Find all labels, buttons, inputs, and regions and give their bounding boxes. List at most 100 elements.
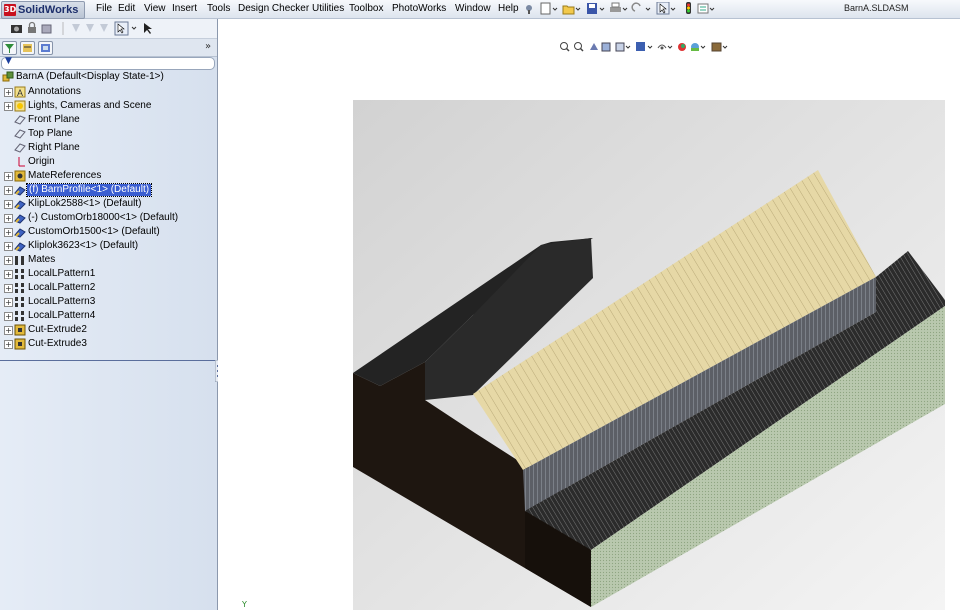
menu-photoworks[interactable]: PhotoWorks	[392, 3, 446, 14]
expand-icon[interactable]: +	[4, 171, 13, 181]
tree-item-front-plane[interactable]: Front Plane	[0, 113, 217, 127]
edit-appearance-icon[interactable]	[678, 43, 686, 51]
lock-icon[interactable]	[28, 21, 36, 34]
menu-toolbox[interactable]: Toolbox	[349, 3, 383, 14]
expand-icon[interactable]: +	[4, 325, 13, 335]
tree-item-label: (-) CustomOrb18000<1> (Default)	[28, 211, 179, 223]
part-icon	[14, 241, 26, 252]
menu-insert[interactable]: Insert	[172, 3, 197, 14]
open-folder-icon[interactable]	[562, 5, 581, 15]
select-icon[interactable]	[656, 2, 676, 15]
menu-tools[interactable]: Tools	[207, 3, 230, 14]
plane-icon	[14, 128, 26, 139]
view-orientation-icon[interactable]	[615, 42, 631, 52]
expand-panel-icon[interactable]: »	[205, 41, 211, 52]
property-manager-tab-icon[interactable]	[20, 41, 35, 55]
component-icon[interactable]	[41, 24, 52, 34]
menu-file[interactable]: File	[96, 3, 112, 14]
tree-item-lights-cameras-and-scene[interactable]: + Lights, Cameras and Scene	[0, 99, 217, 113]
expand-icon[interactable]: +	[4, 101, 13, 111]
hide-show-icon[interactable]	[657, 44, 673, 50]
tree-item-kliplok3623-1-default[interactable]: + Kliplok3623<1> (Default)	[0, 239, 217, 253]
tree-item-kliplok2588-1-default[interactable]: + KlipLok2588<1> (Default)	[0, 197, 217, 211]
save-icon[interactable]	[587, 3, 605, 14]
feature-manager-tab-icon[interactable]	[2, 41, 17, 55]
menu-edit[interactable]: Edit	[118, 3, 135, 14]
new-document-icon[interactable]	[540, 2, 558, 15]
tree-item-label: LocalLPattern3	[28, 295, 96, 307]
tree-item-cut-extrude2[interactable]: + Cut-Extrude2	[0, 323, 217, 337]
pin-icon[interactable]	[526, 5, 532, 14]
menu-utilities[interactable]: Utilities	[312, 3, 344, 14]
menu-design-checker[interactable]: Design Checker	[238, 3, 309, 14]
expand-icon[interactable]: +	[4, 311, 13, 321]
part-icon	[14, 185, 26, 196]
tree-item-label: LocalLPattern2	[28, 281, 96, 293]
view-heads-up-toolbar	[560, 42, 728, 52]
tree-filter[interactable]: ▼	[1, 56, 215, 70]
pattern-icon	[15, 310, 24, 321]
options-icon[interactable]	[697, 3, 715, 14]
configuration-manager-tab-icon[interactable]	[38, 41, 53, 55]
feature-manager-panel: » ▼ BarnA (Default<Display State-1>) + A A…	[0, 19, 221, 610]
tree-item-locallpattern1[interactable]: + LocalLPattern1	[0, 267, 217, 281]
undo-icon[interactable]	[631, 2, 651, 12]
tree-item-locallpattern4[interactable]: + LocalLPattern4	[0, 309, 217, 323]
expand-icon[interactable]: +	[4, 213, 13, 223]
expand-icon[interactable]: +	[4, 269, 13, 279]
tree-item-label: Kliplok3623<1> (Default)	[28, 239, 139, 251]
expand-icon[interactable]: +	[4, 227, 13, 237]
expand-icon[interactable]: +	[4, 339, 13, 349]
left-toolbar-icons	[11, 21, 152, 36]
rebuild-icon[interactable]	[686, 2, 691, 14]
display-style-icon[interactable]	[636, 42, 653, 51]
tree-item-customorb18000-1-default[interactable]: + (-) CustomOrb18000<1> (Default)	[0, 211, 217, 225]
tree-item-customorb1500-1-default[interactable]: + CustomOrb1500<1> (Default)	[0, 225, 217, 239]
graphics-area[interactable]: Y	[218, 38, 960, 610]
expand-icon[interactable]: +	[4, 199, 13, 209]
plane-icon	[14, 114, 26, 125]
expand-icon[interactable]: +	[4, 297, 13, 307]
tree-item-label: Cut-Extrude2	[28, 323, 87, 335]
camera-icon[interactable]	[11, 25, 22, 33]
expand-icon[interactable]: +	[4, 87, 13, 97]
tree-item-label: (f) BarnProfile<1> (Default)	[25, 182, 153, 197]
tree-item-cut-extrude3[interactable]: + Cut-Extrude3	[0, 337, 217, 351]
tree-item-locallpattern2[interactable]: + LocalLPattern2	[0, 281, 217, 295]
cut-extrude-icon	[14, 338, 26, 349]
apply-scene-icon[interactable]	[691, 43, 706, 51]
zoom-to-area-icon[interactable]	[574, 42, 584, 52]
annotations-icon: A	[14, 86, 26, 98]
filter-icon: ▼	[5, 56, 12, 66]
quick-access-toolbar	[526, 2, 715, 15]
view-settings-icon[interactable]	[711, 42, 728, 52]
tree-item-annotations[interactable]: + A Annotations	[0, 85, 217, 99]
tree-item-label: LocalLPattern1	[28, 267, 96, 279]
menu-view[interactable]: View	[144, 3, 166, 14]
zoom-to-fit-icon[interactable]	[560, 42, 570, 52]
expand-icon[interactable]: +	[4, 241, 13, 251]
left-toolbar	[0, 19, 217, 39]
tree-item-label: Cut-Extrude3	[28, 337, 87, 349]
tree-item-locallpattern3[interactable]: + LocalLPattern3	[0, 295, 217, 309]
tree-item-f-barnprofile-1-default[interactable]: + (f) BarnProfile<1> (Default)	[0, 182, 217, 197]
solidworks-logo[interactable]: 3D SolidWorks	[1, 1, 85, 19]
select-arrow-icon[interactable]	[114, 21, 129, 36]
print-icon[interactable]	[610, 2, 628, 12]
menu-window[interactable]: Window	[455, 3, 491, 14]
tree-item-matereferences[interactable]: + MateReferences	[0, 169, 217, 183]
tree-item-label: Lights, Cameras and Scene	[28, 99, 152, 111]
tree-item-right-plane[interactable]: Right Plane	[0, 141, 217, 155]
expand-icon[interactable]: +	[4, 185, 13, 195]
tree-root[interactable]: BarnA (Default<Display State-1>)	[0, 70, 217, 84]
expand-icon[interactable]: +	[4, 283, 13, 293]
previous-view-icon[interactable]	[590, 43, 598, 50]
tree-item-origin[interactable]: Origin	[0, 155, 217, 169]
menu-help[interactable]: Help	[498, 3, 519, 14]
tree-item-top-plane[interactable]: Top Plane	[0, 127, 217, 141]
model-viewport[interactable]	[353, 100, 945, 610]
section-view-icon[interactable]	[601, 42, 611, 52]
tree-item-mates[interactable]: + Mates	[0, 253, 217, 267]
expand-icon[interactable]: +	[4, 255, 13, 265]
tree-item-label: Origin	[28, 155, 55, 167]
